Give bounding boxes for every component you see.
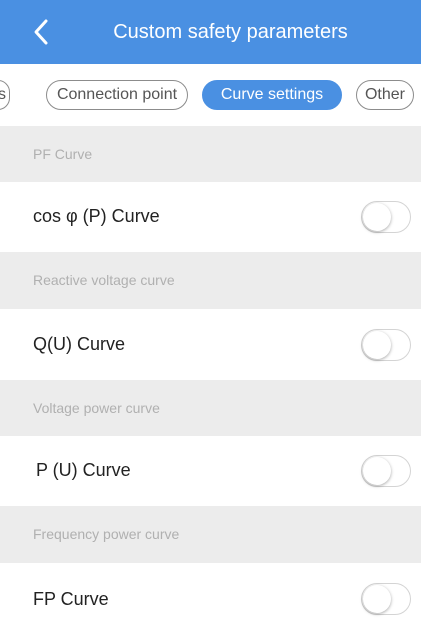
tab-other[interactable]: Other (356, 80, 414, 110)
cos-phi-p-curve-toggle[interactable] (361, 201, 411, 233)
app-header: Custom safety parameters (0, 0, 421, 64)
setting-row-p-u-curve: P (U) Curve (0, 436, 421, 506)
setting-row-fp-curve: FP Curve (0, 563, 421, 620)
tab-bar: s Connection point Curve settings Other (0, 64, 421, 126)
section-header-voltage-power-curve: Voltage power curve (0, 380, 421, 436)
toggle-knob (363, 457, 391, 485)
section-header-reactive-voltage-curve: Reactive voltage curve (0, 252, 421, 309)
p-u-curve-toggle[interactable] (361, 455, 411, 487)
setting-label: P (U) Curve (36, 460, 131, 480)
page-title: Custom safety parameters (113, 21, 348, 43)
setting-row-cos-phi-p-curve: cos φ (P) Curve (0, 182, 421, 252)
tab-curve-settings[interactable]: Curve settings (202, 80, 342, 110)
toggle-knob (363, 331, 391, 359)
setting-label: cos φ (P) Curve (33, 206, 160, 226)
tab-previous[interactable]: s (0, 80, 10, 110)
setting-row-q-u-curve: Q(U) Curve (0, 309, 421, 380)
section-header-frequency-power-curve: Frequency power curve (0, 506, 421, 563)
setting-label: Q(U) Curve (33, 334, 126, 354)
tab-connection-point[interactable]: Connection point (46, 80, 188, 110)
setting-label: FP Curve (33, 589, 109, 609)
toggle-knob (363, 585, 391, 613)
toggle-knob (363, 203, 391, 231)
q-u-curve-toggle[interactable] (361, 329, 411, 361)
section-header-pf-curve: PF Curve (0, 126, 421, 182)
fp-curve-toggle[interactable] (361, 583, 411, 615)
